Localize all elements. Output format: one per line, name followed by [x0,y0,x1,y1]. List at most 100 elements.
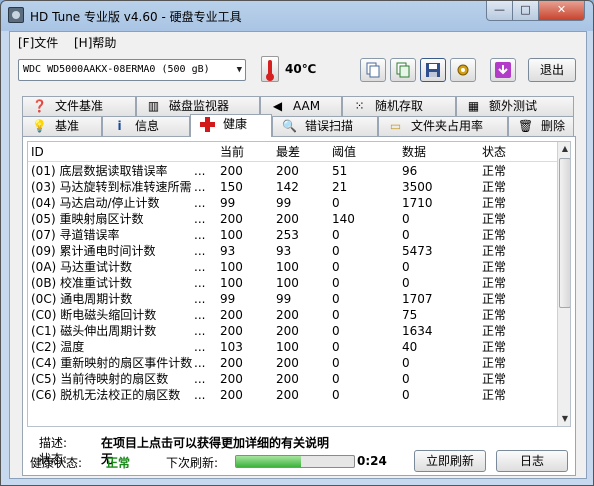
raw-data-value: 0 [402,212,410,226]
save-button[interactable] [420,58,446,82]
tab-extra-tests[interactable]: ▦ 额外测试 [456,96,574,116]
raw-data-value: 5473 [402,244,433,258]
threshold-value: 21 [332,180,348,194]
status-value: 正常 [482,340,507,354]
window-title: HD Tune 专业版 v4.60 - 硬盘专业工具 [30,10,242,24]
scroll-thumb[interactable] [559,158,570,308]
tab-info[interactable]: i 信息 [102,116,190,136]
next-refresh-label: 下次刷新: [166,456,219,470]
table-row[interactable]: (C6) 脱机无法校正的扇区数... 200 200 0 0 正常 [28,387,558,403]
scroll-up-icon[interactable]: ▲ [558,142,570,156]
tab-benchmark[interactable]: 💡 基准 [22,116,102,136]
copy-button[interactable] [360,58,386,82]
threshold-value: 0 [332,308,340,322]
menu-help[interactable]: [H]帮助 [74,34,116,51]
worst-value: 93 [276,244,292,258]
close-button[interactable]: ✕ [538,1,585,21]
settings-button[interactable] [450,58,476,82]
table-row[interactable]: (09) 累计通电时间计数... 93 93 0 5473 正常 [28,243,558,259]
tab-folder-usage[interactable]: ▭ 文件夹占用率 [378,116,508,136]
header-threshold[interactable]: 阈值 [332,144,392,160]
download-button[interactable] [490,58,516,82]
copy-info-button[interactable] [390,58,416,82]
client-area: [F]文件 [H]帮助 WDC WD5000AAKX-08ERMA0 (500 … [9,31,587,479]
table-row[interactable]: (05) 重映射扇区计数... 200 200 140 0 正常 [28,211,558,227]
status-value: 正常 [482,292,507,306]
status-value: 正常 [482,228,507,242]
table-row[interactable]: (C0) 断电磁头缩回计数... 200 200 0 75 正常 [28,307,558,323]
vertical-scrollbar[interactable]: ▲ ▼ [557,142,570,426]
tab-disk-monitor[interactable]: ▥ 磁盘监视器 [136,96,260,116]
raw-data-value: 1707 [402,292,433,306]
title-bar[interactable]: HD Tune 专业版 v4.60 - 硬盘专业工具 — □ ✕ [1,1,593,31]
threshold-value: 0 [332,372,340,386]
truncation-ellipsis: ... [194,292,206,306]
minimize-button[interactable]: — [486,1,513,21]
attribute-id: (C4) 重新映射的扇区事件计数 [31,356,193,370]
raw-data-value: 3500 [402,180,433,194]
current-value: 103 [220,340,243,354]
tab-label: 错误扫描 [305,119,354,133]
attribute-id: (C5) 当前待映射的扇区数 [31,372,169,386]
attribute-id: (05) 重映射扇区计数 [31,212,144,226]
random-access-icon: ⁙ [354,99,365,113]
header-worst[interactable]: 最差 [276,144,326,160]
current-value: 200 [220,212,243,226]
attribute-id: (C1) 磁头伸出周期计数 [31,324,157,338]
table-row[interactable]: (C1) 磁头伸出周期计数... 200 200 0 1634 正常 [28,323,558,339]
tab-random-access[interactable]: ⁙ 随机存取 [342,96,456,116]
exit-button[interactable]: 退出 [528,58,576,82]
status-value: 正常 [482,244,507,258]
threshold-value: 0 [332,388,340,402]
truncation-ellipsis: ... [194,212,206,226]
attribute-id: (09) 累计通电时间计数 [31,244,156,258]
speaker-icon: ◀ [272,99,283,113]
tab-label: 文件基准 [55,99,104,113]
header-id[interactable]: ID [31,144,214,160]
table-row[interactable]: (C2) 温度... 103 100 0 40 正常 [28,339,558,355]
current-value: 99 [220,292,236,306]
worst-value: 200 [276,388,299,402]
tab-error-scan[interactable]: 🔍 错误扫描 [272,116,378,136]
table-row[interactable]: (03) 马达旋转到标准转速所需... 150 142 21 3500 正常 [28,179,558,195]
drive-select[interactable]: WDC WD5000AAKX-08ERMA0 (500 gB) ▼ [18,59,246,81]
current-value: 150 [220,180,243,194]
tab-file-benchmark[interactable]: ❓ 文件基准 [22,96,136,116]
table-row[interactable]: (C5) 当前待映射的扇区数... 200 200 0 0 正常 [28,371,558,387]
attribute-id: (C0) 断电磁头缩回计数 [31,308,157,322]
settings-icon [457,64,469,76]
truncation-ellipsis: ... [194,324,206,338]
tab-health[interactable]: 健康 [190,114,272,137]
worst-value: 200 [276,372,299,386]
menu-file[interactable]: [F]文件 [18,34,58,51]
tab-label: 健康 [223,117,248,131]
attribute-id: (01) 底层数据读取错误率 [31,164,168,178]
smart-table[interactable]: ID 当前 最差 阈值 数据 状态 (01) 底层数据读取错误率... 200 20… [27,141,571,427]
folder-icon: ▭ [389,119,402,133]
maximize-button[interactable]: □ [512,1,539,21]
extra-tests-icon: ▦ [467,99,480,113]
table-row[interactable]: (0C) 通电周期计数... 99 99 0 1707 正常 [28,291,558,307]
table-row[interactable]: (0B) 校准重试计数... 100 100 0 0 正常 [28,275,558,291]
log-button[interactable]: 日志 [496,450,568,472]
table-row[interactable]: (04) 马达启动/停止计数... 99 99 0 1710 正常 [28,195,558,211]
header-data[interactable]: 数据 [402,144,472,160]
refresh-now-button[interactable]: 立即刷新 [414,450,486,472]
table-row[interactable]: (C4) 重新映射的扇区事件计数... 200 200 0 0 正常 [28,355,558,371]
scroll-down-icon[interactable]: ▼ [558,412,570,426]
header-current[interactable]: 当前 [220,144,270,160]
table-row[interactable]: (0A) 马达重试计数... 100 100 0 0 正常 [28,259,558,275]
table-row[interactable]: (01) 底层数据读取错误率... 200 200 51 96 正常 [28,163,558,179]
truncation-ellipsis: ... [194,356,206,370]
table-row[interactable]: (07) 寻道错误率... 100 253 0 0 正常 [28,227,558,243]
truncation-ellipsis: ... [194,372,206,386]
threshold-value: 0 [332,356,340,370]
tab-aam[interactable]: ◀ AAM [260,96,342,116]
description-label: 描述: [39,436,68,450]
header-status[interactable]: 状态 [482,144,542,160]
health-status-label: 健康状态: [30,456,83,470]
status-value: 正常 [482,164,507,178]
tab-label: 随机存取 [375,99,424,113]
health-cross-icon [200,117,215,132]
tab-erase[interactable]: 🗑 删除 [508,116,574,136]
